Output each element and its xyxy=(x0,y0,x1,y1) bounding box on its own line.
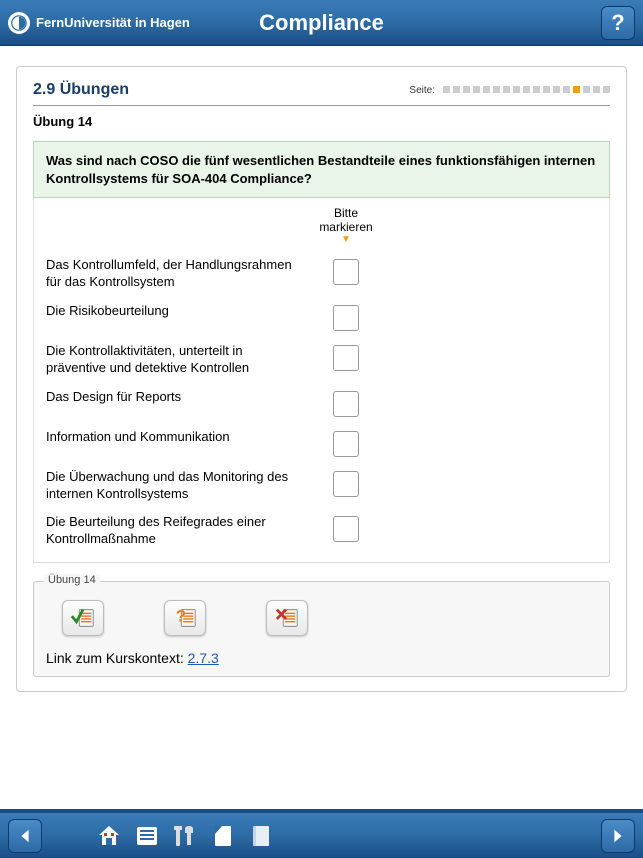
page-icon xyxy=(248,823,274,849)
page-dot[interactable] xyxy=(493,86,500,93)
question-doc-icon: ? xyxy=(172,606,198,630)
page-dot[interactable] xyxy=(463,86,470,93)
option-label: Das Kontrollumfeld, der Handlungsrahmen … xyxy=(46,257,306,291)
section-header-row: 2.9 Übungen Seite: xyxy=(33,81,610,99)
content-area: 2.9 Übungen Seite: Übung 14 Was sind nac… xyxy=(0,46,643,712)
option-checkbox[interactable] xyxy=(333,471,359,497)
option-row: Die Kontrollaktivitäten, unterteilt in p… xyxy=(46,343,597,377)
cross-doc-icon xyxy=(274,606,300,630)
bottom-toolbar xyxy=(0,812,643,858)
option-row: Das Kontrollumfeld, der Handlungsrahmen … xyxy=(46,257,597,291)
option-row: Die Beurteilung des Reifegrades einer Ko… xyxy=(46,514,597,548)
action-buttons-row: ? xyxy=(62,600,597,636)
page-dot[interactable] xyxy=(443,86,450,93)
page-dot[interactable] xyxy=(603,86,610,93)
option-row: Die Überwachung und das Monitoring des i… xyxy=(46,469,597,503)
option-label: Information und Kommunikation xyxy=(46,429,306,446)
check-answer-button[interactable] xyxy=(62,600,104,636)
options-area: Bitte markieren ▼ Das Kontrollumfeld, de… xyxy=(33,198,610,563)
page-dot[interactable] xyxy=(573,86,580,93)
contents-button[interactable] xyxy=(130,819,164,853)
section-title: 2.9 Übungen xyxy=(33,81,129,99)
option-row: Das Design für Reports xyxy=(46,389,597,417)
checkmark-doc-icon xyxy=(70,606,96,630)
column-header: Bitte markieren ▼ xyxy=(306,206,386,245)
notes-button[interactable] xyxy=(244,819,278,853)
option-label: Die Kontrollaktivitäten, unterteilt in p… xyxy=(46,343,306,377)
page-dot[interactable] xyxy=(593,86,600,93)
toolbar-center xyxy=(92,819,278,853)
page-dot[interactable] xyxy=(453,86,460,93)
page-dot[interactable] xyxy=(553,86,560,93)
option-checkbox[interactable] xyxy=(333,259,359,285)
toolbar-divider xyxy=(0,809,643,813)
option-checkbox[interactable] xyxy=(333,305,359,331)
context-link-row: Link zum Kurskontext: 2.7.3 xyxy=(46,650,597,666)
home-icon xyxy=(96,823,122,849)
home-button[interactable] xyxy=(92,819,126,853)
arrow-left-icon xyxy=(16,827,34,845)
question-text: Was sind nach COSO die fünf wesentlichen… xyxy=(33,141,610,198)
page-indicator-label: Seite: xyxy=(409,85,435,96)
brand-logo: FernUniversität in Hagen xyxy=(8,12,190,34)
context-link[interactable]: 2.7.3 xyxy=(188,650,219,666)
brand-logo-icon xyxy=(8,12,30,34)
option-checkbox[interactable] xyxy=(333,516,359,542)
divider xyxy=(33,105,610,106)
option-checkbox[interactable] xyxy=(333,345,359,371)
brand-name: FernUniversität in Hagen xyxy=(36,15,190,30)
actions-panel: Übung 14 xyxy=(33,581,610,677)
show-hint-button[interactable]: ? xyxy=(164,600,206,636)
option-checkbox[interactable] xyxy=(333,431,359,457)
arrow-down-icon: ▼ xyxy=(306,234,386,245)
app-header: FernUniversität in Hagen Compliance ? xyxy=(0,0,643,46)
page-dot[interactable] xyxy=(583,86,590,93)
exercise-title: Übung 14 xyxy=(33,114,610,129)
page-dot[interactable] xyxy=(473,86,480,93)
context-link-label: Link zum Kurskontext: xyxy=(46,650,188,666)
option-label: Die Risikobeurteilung xyxy=(46,303,306,320)
page-fold-icon xyxy=(210,823,236,849)
page-dot[interactable] xyxy=(483,86,490,93)
tools-button[interactable] xyxy=(168,819,202,853)
prev-page-button[interactable] xyxy=(8,819,42,853)
page-dot[interactable] xyxy=(523,86,530,93)
next-page-button[interactable] xyxy=(601,819,635,853)
help-button[interactable]: ? xyxy=(601,6,635,40)
option-row: Information und Kommunikation xyxy=(46,429,597,457)
page-dot[interactable] xyxy=(503,86,510,93)
option-label: Die Überwachung und das Monitoring des i… xyxy=(46,469,306,503)
page-title: Compliance xyxy=(259,10,384,36)
help-icon: ? xyxy=(611,10,624,36)
arrow-right-icon xyxy=(609,827,627,845)
option-label: Die Beurteilung des Reifegrades einer Ko… xyxy=(46,514,306,548)
page-frame: 2.9 Übungen Seite: Übung 14 Was sind nac… xyxy=(16,66,627,692)
option-row: Die Risikobeurteilung xyxy=(46,303,597,331)
page-dot[interactable] xyxy=(543,86,550,93)
page-indicator: Seite: xyxy=(409,85,610,96)
page-dot[interactable] xyxy=(563,86,570,93)
option-label: Das Design für Reports xyxy=(46,389,306,406)
page-dot[interactable] xyxy=(513,86,520,93)
bookmark-button[interactable] xyxy=(206,819,240,853)
svg-text:?: ? xyxy=(176,607,186,626)
page-dot[interactable] xyxy=(533,86,540,93)
option-checkbox[interactable] xyxy=(333,391,359,417)
list-icon xyxy=(134,823,160,849)
reset-button[interactable] xyxy=(266,600,308,636)
tools-icon xyxy=(172,823,198,849)
actions-legend: Übung 14 xyxy=(44,574,100,586)
